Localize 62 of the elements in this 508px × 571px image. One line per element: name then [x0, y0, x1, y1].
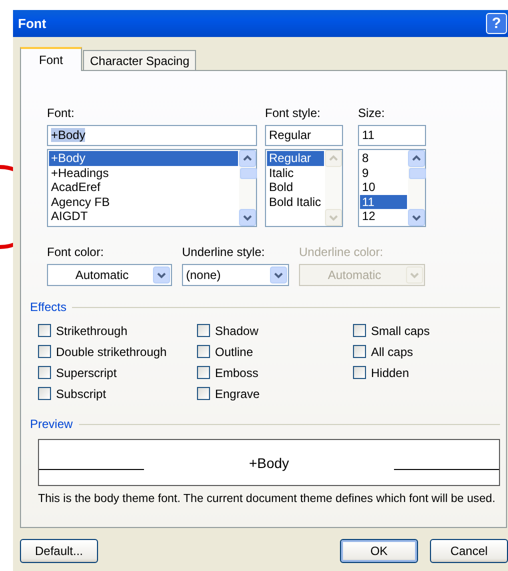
dialog-button[interactable]: Default... — [20, 539, 98, 563]
scroll-thumb[interactable] — [409, 168, 426, 179]
tab[interactable]: Font — [20, 47, 82, 71]
dialog-button[interactable]: OK — [340, 539, 418, 563]
list-item[interactable]: AIGDT — [49, 209, 238, 224]
input-field[interactable]: 11 — [358, 125, 426, 146]
list-item[interactable]: 8 — [360, 151, 407, 166]
checkbox[interactable] — [353, 324, 366, 337]
checkbox[interactable] — [353, 366, 366, 379]
checkbox[interactable] — [197, 366, 210, 379]
scroll-down-icon[interactable] — [239, 209, 256, 226]
field-label: Underline style: — [182, 245, 266, 260]
list-item[interactable]: Agency FB — [49, 194, 238, 209]
scroll-thumb[interactable] — [240, 168, 257, 179]
checkbox[interactable] — [197, 387, 210, 400]
scroll-up-icon[interactable] — [408, 150, 425, 167]
checkbox[interactable] — [38, 366, 51, 379]
list-item[interactable]: 12 — [360, 209, 407, 224]
checkbox[interactable] — [197, 345, 210, 358]
list-box[interactable]: 8 9 10 11 12 — [358, 149, 426, 227]
checkbox-label[interactable]: Strikethrough — [56, 324, 128, 338]
dialog-button[interactable]: Cancel — [430, 539, 508, 563]
list-item[interactable]: 11 — [360, 194, 407, 209]
list-box[interactable]: +Body +Headings AcadEref Agency FB AIGDT — [47, 149, 257, 227]
checkbox-label[interactable]: Hidden — [371, 366, 410, 380]
checkbox-label[interactable]: Engrave — [215, 386, 260, 400]
group-title: Preview — [30, 417, 73, 431]
list-item[interactable]: 10 — [360, 180, 407, 194]
checkbox-label[interactable]: Double strikethrough — [56, 344, 167, 358]
help-button[interactable]: ? — [486, 13, 507, 34]
checkbox-label[interactable]: Shadow — [215, 324, 258, 338]
field-label: Size: — [358, 106, 386, 121]
preview-description: This is the body theme font. The current document theme defines which font will be used. — [38, 492, 496, 505]
field-label: Font: — [47, 106, 76, 121]
input-field[interactable]: +Body — [47, 125, 257, 146]
checkbox[interactable] — [197, 324, 210, 337]
list-item[interactable]: +Headings — [49, 166, 238, 180]
group-title: Effects — [30, 300, 66, 314]
input-field[interactable]: Regular — [265, 125, 343, 146]
checkbox-label[interactable]: Superscript — [56, 366, 117, 380]
checkbox-label[interactable]: Emboss — [215, 366, 258, 380]
scroll-up-icon[interactable] — [239, 150, 256, 167]
checkbox[interactable] — [38, 345, 51, 358]
tab[interactable]: Character Spacing — [83, 50, 196, 70]
field-label: Font style: — [265, 106, 322, 121]
list-item[interactable]: AcadEref — [49, 180, 238, 194]
checkbox-label[interactable]: Outline — [215, 344, 254, 358]
list-item[interactable]: 9 — [360, 166, 407, 180]
checkbox-label[interactable]: Subscript — [56, 386, 106, 400]
dropdown[interactable]: (none) — [182, 264, 289, 286]
preview-sample: +Body — [248, 454, 290, 470]
checkbox[interactable] — [38, 324, 51, 337]
checkbox-label[interactable]: All caps — [371, 344, 414, 358]
checkbox-label[interactable]: Small caps — [371, 324, 430, 338]
window-title: Font — [18, 16, 48, 31]
dropdown[interactable]: Automatic — [47, 264, 172, 286]
field-label: Underline color: — [299, 245, 384, 260]
list-item[interactable]: +Body — [49, 151, 238, 166]
checkbox[interactable] — [38, 387, 51, 400]
scroll-down-icon[interactable] — [408, 209, 425, 226]
checkbox[interactable] — [353, 345, 366, 358]
field-label: Font color: — [47, 245, 105, 260]
